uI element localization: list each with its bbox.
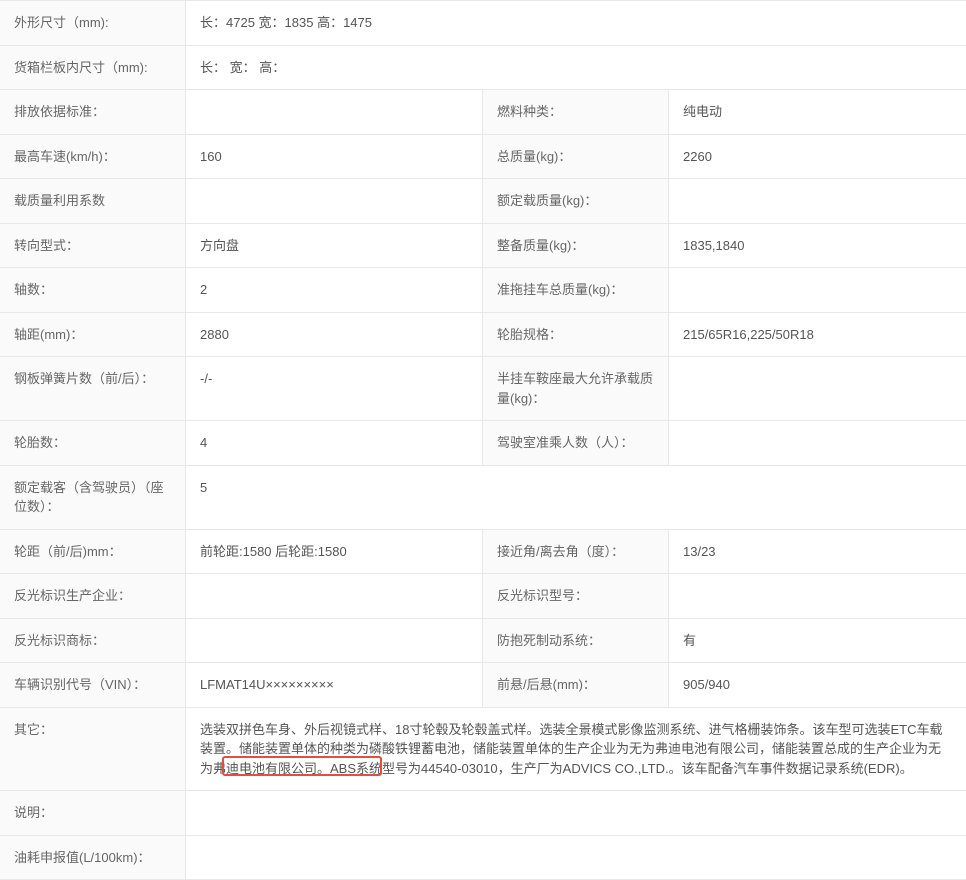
table-row: 油耗申报值(L/100km)：: [0, 836, 966, 880]
row-value-2: [669, 574, 966, 618]
table-row: 反光标识商标： 防抱死制动系统：有: [0, 619, 966, 664]
row-label-2: 总质量(kg)：: [483, 135, 669, 179]
row-value-2: 905/940: [669, 663, 966, 707]
row-label-2: 轮胎规格：: [483, 313, 669, 357]
row-value-2: 2260: [669, 135, 966, 179]
row-value: [186, 836, 966, 880]
row-value: 5: [186, 466, 966, 529]
row-label-2: 准拖挂车总质量(kg)：: [483, 268, 669, 312]
table-row: 轮距（前/后)mm：前轮距:1580 后轮距:1580接近角/离去角（度）：13…: [0, 530, 966, 575]
row-value: 长： 宽： 高：: [186, 46, 966, 90]
row-value-2: 13/23: [669, 530, 966, 574]
row-label: 其它：: [0, 708, 186, 791]
row-label-2: 反光标识型号：: [483, 574, 669, 618]
table-row: 说明：: [0, 791, 966, 836]
row-label-1: 排放依据标准：: [0, 90, 186, 134]
row-label-1: 轮胎数：: [0, 421, 186, 465]
row-value-1: 4: [186, 421, 483, 465]
table-row: 钢板弹簧片数（前/后）：-/-半挂车鞍座最大允许承载质量(kg)：: [0, 357, 966, 421]
row-label-1: 钢板弹簧片数（前/后）：: [0, 357, 186, 420]
row-value-2: [669, 421, 966, 465]
row-label-1: 轴数：: [0, 268, 186, 312]
row-label-1: 反光标识生产企业：: [0, 574, 186, 618]
spec-table: 外形尺寸（mm):长：4725 宽：1835 高：1475货箱栏板内尺寸（mm)…: [0, 0, 966, 880]
row-value-1: 160: [186, 135, 483, 179]
row-value-1: [186, 179, 483, 223]
table-row: 轮胎数：4驾驶室准乘人数（人）：: [0, 421, 966, 466]
row-label-1: 载质量利用系数: [0, 179, 186, 223]
table-row: 最高车速(km/h)：160总质量(kg)：2260: [0, 135, 966, 180]
table-row: 其它：选装双拼色车身、外后视镜式样、18寸轮毂及轮毂盖式样。选装全景模式影像监测…: [0, 708, 966, 792]
table-row: 载质量利用系数 额定载质量(kg)：: [0, 179, 966, 224]
row-value-1: LFMAT14U×××××××××: [186, 663, 483, 707]
row-value-1: [186, 619, 483, 663]
row-value-1: [186, 90, 483, 134]
row-value-1: [186, 574, 483, 618]
row-label: 外形尺寸（mm):: [0, 1, 186, 45]
row-value-2: [669, 179, 966, 223]
row-label: 油耗申报值(L/100km)：: [0, 836, 186, 880]
row-label-1: 轴距(mm)：: [0, 313, 186, 357]
row-label-2: 前悬/后悬(mm)：: [483, 663, 669, 707]
highlight-annotation: [222, 756, 382, 776]
row-value-1: 前轮距:1580 后轮距:1580: [186, 530, 483, 574]
row-label-2: 半挂车鞍座最大允许承载质量(kg)：: [483, 357, 669, 420]
row-label-2: 燃料种类：: [483, 90, 669, 134]
table-row: 排放依据标准： 燃料种类：纯电动: [0, 90, 966, 135]
row-label-2: 驾驶室准乘人数（人）：: [483, 421, 669, 465]
row-label: 额定载客（含驾驶员）（座位数）：: [0, 466, 186, 529]
row-value-2: [669, 357, 966, 420]
row-label-1: 最高车速(km/h)：: [0, 135, 186, 179]
row-label: 货箱栏板内尺寸（mm):: [0, 46, 186, 90]
row-value-1: -/-: [186, 357, 483, 420]
table-row: 轴距(mm)：2880轮胎规格：215/65R16,225/50R18: [0, 313, 966, 358]
table-row: 反光标识生产企业： 反光标识型号：: [0, 574, 966, 619]
row-value-2: 纯电动: [669, 90, 966, 134]
row-label-1: 车辆识别代号（VIN）：: [0, 663, 186, 707]
row-value-2: 有: [669, 619, 966, 663]
row-label-2: 接近角/离去角（度）：: [483, 530, 669, 574]
table-row: 外形尺寸（mm):长：4725 宽：1835 高：1475: [0, 0, 966, 46]
table-row: 转向型式：方向盘整备质量(kg)：1835,1840: [0, 224, 966, 269]
row-value-2: [669, 268, 966, 312]
row-label: 说明：: [0, 791, 186, 835]
table-row: 轴数：2准拖挂车总质量(kg)：: [0, 268, 966, 313]
row-label-2: 防抱死制动系统：: [483, 619, 669, 663]
row-value-1: 2880: [186, 313, 483, 357]
row-label-1: 反光标识商标：: [0, 619, 186, 663]
row-value-2: 1835,1840: [669, 224, 966, 268]
row-label-2: 额定载质量(kg)：: [483, 179, 669, 223]
row-value: 长：4725 宽：1835 高：1475: [186, 1, 966, 45]
table-row: 额定载客（含驾驶员）（座位数）：5: [0, 466, 966, 530]
row-label-2: 整备质量(kg)：: [483, 224, 669, 268]
row-value-1: 方向盘: [186, 224, 483, 268]
row-label-1: 转向型式：: [0, 224, 186, 268]
row-value-2: 215/65R16,225/50R18: [669, 313, 966, 357]
row-value-1: 2: [186, 268, 483, 312]
row-value: [186, 791, 966, 835]
table-row: 车辆识别代号（VIN）：LFMAT14U×××××××××前悬/后悬(mm)：9…: [0, 663, 966, 708]
table-row: 货箱栏板内尺寸（mm):长： 宽： 高：: [0, 46, 966, 91]
row-label-1: 轮距（前/后)mm：: [0, 530, 186, 574]
row-value: 选装双拼色车身、外后视镜式样、18寸轮毂及轮毂盖式样。选装全景模式影像监测系统、…: [186, 708, 966, 791]
